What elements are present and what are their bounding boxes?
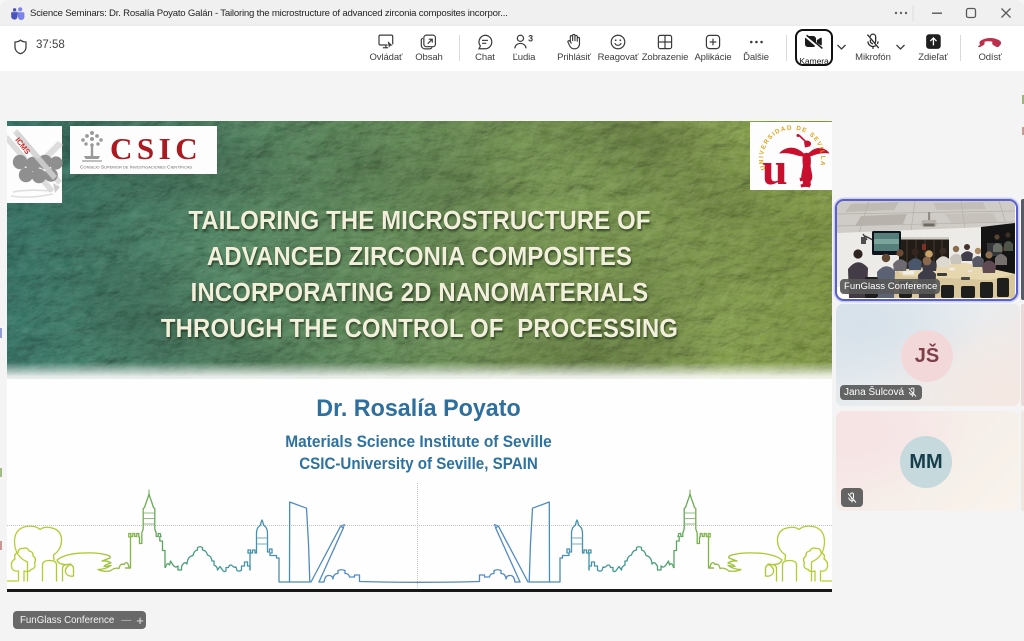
svg-text:CSIC: CSIC: [110, 131, 202, 166]
svg-text:3: 3: [528, 34, 533, 44]
